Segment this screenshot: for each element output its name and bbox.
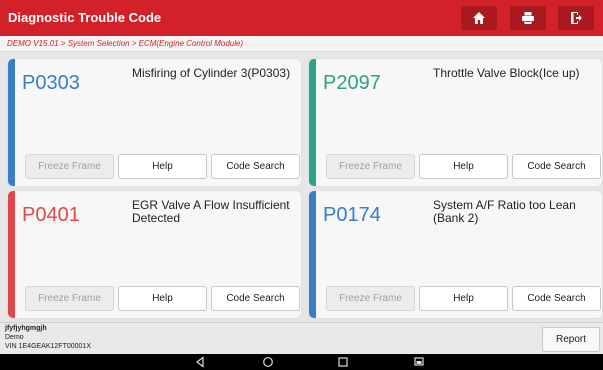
dtc-description: EGR Valve A Flow Insufficient Detected — [132, 198, 290, 225]
breadcrumb: DEMO V15.01 > System Selection > ECM(Eng… — [0, 36, 603, 52]
report-button[interactable]: Report — [542, 327, 600, 352]
help-button[interactable]: Help — [118, 286, 207, 311]
back-icon[interactable] — [194, 356, 206, 368]
code-search-button[interactable]: Code Search — [211, 154, 300, 179]
android-nav-bar — [0, 354, 603, 370]
freeze-frame-button: Freeze Frame — [326, 286, 415, 311]
exit-icon — [571, 12, 582, 24]
dtc-color-stripe — [309, 59, 316, 186]
dtc-card: P0174 System A/F Ratio too Lean (Bank 2)… — [309, 191, 602, 318]
page-title: Diagnostic Trouble Code — [8, 10, 162, 25]
dtc-code: P0401 — [22, 204, 80, 226]
dtc-card: P2097 Throttle Valve Block(Ice up) Freez… — [309, 59, 602, 186]
print-icon — [522, 12, 534, 24]
dtc-code: P0174 — [323, 204, 381, 226]
dtc-description: Throttle Valve Block(Ice up) — [433, 66, 580, 80]
home-button[interactable] — [461, 6, 497, 30]
dtc-code: P0303 — [22, 72, 80, 94]
recents-icon[interactable] — [337, 356, 349, 368]
help-button[interactable]: Help — [419, 154, 508, 179]
help-button[interactable]: Help — [118, 154, 207, 179]
exit-button[interactable] — [558, 6, 594, 30]
title-bar: Diagnostic Trouble Code — [0, 0, 603, 36]
dtc-description: Misfiring of Cylinder 3(P0303) — [132, 66, 291, 80]
dtc-color-stripe — [8, 59, 15, 186]
home-circle-icon[interactable] — [262, 356, 274, 368]
print-button[interactable] — [510, 6, 546, 30]
freeze-frame-button: Freeze Frame — [25, 154, 114, 179]
dtc-color-stripe — [309, 191, 316, 318]
app-window: Diagnostic Trouble Code DEMO V15.01 > Sy… — [0, 0, 603, 370]
dtc-color-stripe — [8, 191, 15, 318]
freeze-frame-button: Freeze Frame — [25, 286, 114, 311]
code-search-button[interactable]: Code Search — [512, 154, 601, 179]
dtc-card: P0303 Misfiring of Cylinder 3(P0303) Fre… — [8, 59, 301, 186]
vehicle-info-bar: jfyfjyhgmgjh Demo VIN 1E4GEAK12FT00001X … — [0, 322, 603, 354]
vehicle-mode: Demo — [5, 334, 24, 341]
dtc-card: P0401 EGR Valve A Flow Insufficient Dete… — [8, 191, 301, 318]
help-button[interactable]: Help — [419, 286, 508, 311]
dtc-code: P2097 — [323, 72, 381, 94]
vehicle-name: jfyfjyhgmgjh — [5, 325, 47, 332]
code-search-button[interactable]: Code Search — [512, 286, 601, 311]
breadcrumb-text: DEMO V15.01 > System Selection > ECM(Eng… — [7, 39, 244, 48]
screenshot-icon[interactable] — [413, 356, 425, 368]
code-search-button[interactable]: Code Search — [211, 286, 300, 311]
vehicle-vin: VIN 1E4GEAK12FT00001X — [5, 343, 91, 350]
home-icon — [473, 12, 485, 24]
freeze-frame-button: Freeze Frame — [326, 154, 415, 179]
dtc-description: System A/F Ratio too Lean (Bank 2) — [433, 198, 576, 225]
